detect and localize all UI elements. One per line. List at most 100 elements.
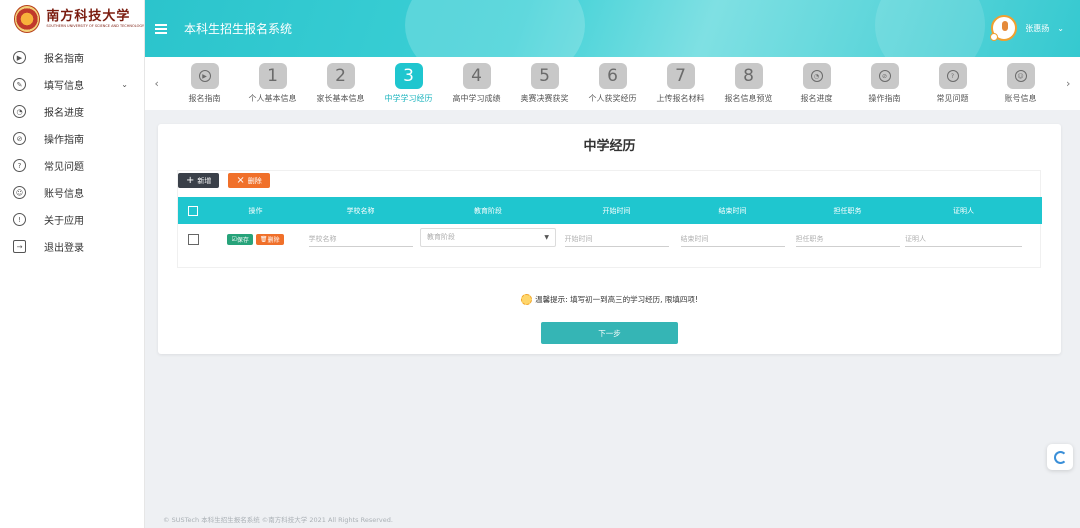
edit-circle-icon: ✎ — [13, 78, 26, 91]
column-header: 教育阶段 — [474, 206, 502, 215]
gauge-icon: ◔ — [13, 105, 26, 118]
education-stage-select[interactable]: 教育阶段 ▼ — [420, 227, 556, 247]
row-delete-button[interactable]: 🗑 删除 — [255, 233, 284, 245]
step-label: 上传报名材料 — [656, 94, 705, 103]
university-logo[interactable]: 南方科技大学 SOUTHERN UNIVERSITY OF SCIENCE AN… — [0, 0, 144, 38]
column-header: 证明人 — [953, 206, 974, 215]
step-label: 报名进度 — [800, 94, 833, 103]
tip-message: 温馨提示: 填写初一到高三的学习经历, 限填四项! — [158, 294, 1061, 305]
step-account[interactable]: ☺ 账号信息 — [987, 63, 1055, 104]
step-label: 家长基本信息 — [316, 94, 365, 103]
step-progress[interactable]: ◔ 报名进度 — [783, 63, 851, 104]
step-number: 6 — [598, 63, 627, 89]
row-checkbox[interactable] — [187, 233, 199, 245]
step-4[interactable]: 4 高中学习成绩 — [443, 63, 511, 104]
step-8[interactable]: 8 报名信息预览 — [715, 63, 783, 104]
middle-school-experience-card: 中学经历 + 新增 × 删除 操作 学校名称 教育阶段 开始时间 结束时间 担任… — [158, 124, 1061, 354]
row-save-button[interactable]: ☑ 保存 — [227, 233, 253, 245]
user-menu[interactable]: 张惠扬 ⌄ — [990, 15, 1064, 41]
step-label: 常见问题 — [936, 94, 969, 103]
university-seal-icon — [14, 5, 41, 33]
column-header: 担任职务 — [833, 206, 862, 215]
step-2[interactable]: 2 家长基本信息 — [307, 63, 375, 104]
caret-down-icon: ▼ — [544, 233, 549, 241]
table-header: 操作 学校名称 教育阶段 开始时间 结束时间 担任职务 证明人 — [178, 197, 1042, 224]
footer-copyright: © SUSTech 本科生招生报名系统 ©南方科技大学 2021 All Rig… — [163, 516, 393, 524]
sidebar-item-operation-guide[interactable]: ⊘ 操作指南 — [0, 125, 144, 152]
step-3[interactable]: 3 中学学习经历 — [375, 63, 443, 104]
chevron-down-icon: ⌄ — [1057, 23, 1064, 33]
step-number: 7 — [666, 63, 695, 89]
step-label: 账号信息 — [1004, 94, 1037, 103]
step-number: 4 — [462, 63, 491, 89]
column-header: 结束时间 — [718, 206, 747, 215]
step-list: ▶ 报名指南 1 个人基本信息 2 家长基本信息 3 中学学习经历 4 高中学习… — [169, 63, 1057, 104]
steps-next-icon[interactable]: › — [1057, 77, 1080, 90]
sidebar-item-label: 常见问题 — [44, 162, 84, 173]
start-time-input[interactable] — [564, 231, 669, 247]
step-label: 报名信息预览 — [724, 94, 773, 103]
next-step-button[interactable]: 下一步 — [541, 322, 678, 344]
step-guide[interactable]: ▶ 报名指南 — [171, 63, 239, 104]
question-circle-icon: ? — [946, 70, 959, 82]
witness-input[interactable] — [905, 231, 1022, 247]
compass-icon: ⊘ — [878, 70, 891, 82]
logout-icon: → — [13, 240, 26, 253]
sidebar-menu: ▶ 报名指南 ✎ 填写信息 ⌄ ◔ 报名进度 ⊘ 操作指南 ? 常见问题 ☺ 账… — [0, 44, 144, 260]
sidebar-item-guide[interactable]: ▶ 报名指南 — [0, 44, 144, 71]
close-icon: × — [236, 174, 245, 186]
sidebar-item-label: 报名指南 — [44, 54, 84, 65]
step-label: 个人基本信息 — [248, 94, 297, 103]
sidebar-item-progress[interactable]: ◔ 报名进度 — [0, 98, 144, 125]
column-header: 开始时间 — [602, 206, 631, 215]
position-input[interactable] — [795, 231, 900, 247]
step-5[interactable]: 5 奥赛决赛获奖 — [511, 63, 579, 104]
select-all-checkbox[interactable] — [188, 205, 198, 216]
step-label: 奥赛决赛获奖 — [520, 94, 569, 103]
steps-bar: ‹ ▶ 报名指南 1 个人基本信息 2 家长基本信息 3 中学学习经历 4 高中… — [145, 57, 1080, 110]
step-6[interactable]: 6 个人获奖经历 — [579, 63, 647, 104]
logo-name-cn: 南方科技大学 — [46, 8, 131, 24]
delete-button[interactable]: × 删除 — [228, 173, 270, 188]
step-label: 操作指南 — [868, 94, 901, 103]
step-1[interactable]: 1 个人基本信息 — [239, 63, 307, 104]
step-faq[interactable]: ? 常见问题 — [919, 63, 987, 104]
sidebar-item-account[interactable]: ☺ 账号信息 — [0, 179, 144, 206]
play-circle-icon: ▶ — [198, 70, 211, 82]
column-header: 学校名称 — [346, 206, 375, 215]
gauge-icon: ◔ — [810, 70, 823, 82]
step-7[interactable]: 7 上传报名材料 — [647, 63, 715, 104]
column-header: 操作 — [248, 206, 263, 215]
steps-prev-icon[interactable]: ‹ — [145, 77, 169, 90]
step-label: 高中学习成绩 — [452, 94, 501, 103]
plus-icon: + — [186, 174, 195, 186]
sidebar-item-label: 操作指南 — [44, 135, 84, 146]
sidebar-item-label: 报名进度 — [44, 108, 84, 119]
lightbulb-icon — [521, 294, 533, 305]
sidebar-item-fill-info[interactable]: ✎ 填写信息 ⌄ — [0, 71, 144, 98]
sidebar-item-about[interactable]: ! 关于应用 — [0, 206, 144, 233]
table-row: ☑保存 🗑删除 教育阶段 ▼ — [178, 226, 1042, 252]
school-name-input[interactable] — [308, 231, 413, 247]
step-label: 中学学习经历 — [384, 94, 433, 103]
menu-toggle-icon[interactable] — [155, 24, 167, 34]
info-circle-icon: ! — [13, 213, 26, 226]
play-circle-icon: ▶ — [13, 51, 26, 64]
chevron-down-icon: ⌄ — [121, 80, 128, 89]
floating-help-button[interactable] — [1047, 444, 1073, 470]
step-label: 报名指南 — [188, 94, 221, 103]
step-operation-guide[interactable]: ⊘ 操作指南 — [851, 63, 919, 104]
step-number: 5 — [530, 63, 559, 89]
system-title: 本科生招生报名系统 — [184, 22, 293, 36]
sidebar-item-logout[interactable]: → 退出登录 — [0, 233, 144, 260]
user-name: 张惠扬 — [1025, 23, 1050, 33]
user-circle-icon: ☺ — [13, 186, 26, 199]
sidebar-item-faq[interactable]: ? 常见问题 — [0, 152, 144, 179]
table-toolbar: + 新增 × 删除 — [178, 173, 270, 188]
step-label: 个人获奖经历 — [588, 94, 637, 103]
sidebar-item-label: 账号信息 — [44, 189, 84, 200]
end-time-input[interactable] — [680, 231, 785, 247]
step-number: 3 — [394, 63, 423, 89]
add-button[interactable]: + 新增 — [178, 173, 220, 188]
refresh-icon — [1053, 450, 1067, 464]
